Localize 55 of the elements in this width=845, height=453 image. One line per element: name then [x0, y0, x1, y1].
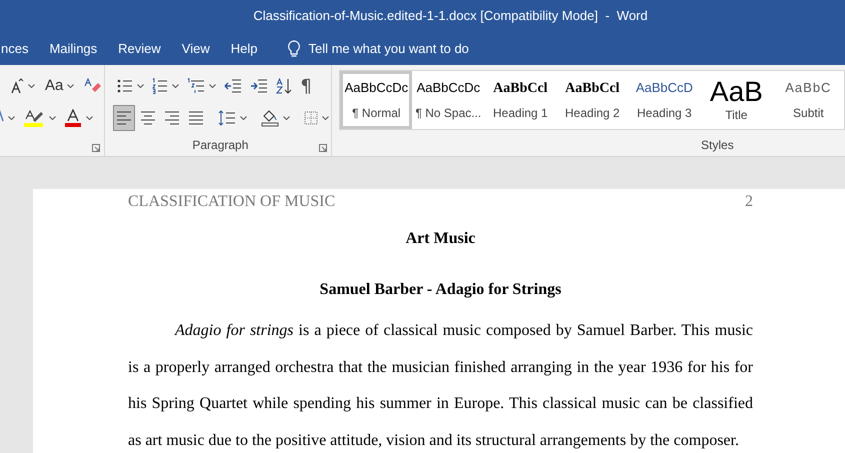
- increase-indent-icon: [250, 79, 268, 93]
- ribbon-tab[interactable]: Help: [230, 38, 258, 58]
- paint-bucket-icon: [261, 109, 280, 127]
- caret-icon: [172, 84, 180, 88]
- show-marks-button[interactable]: ¶: [298, 73, 314, 99]
- caret-icon: [8, 116, 15, 120]
- subheading: Samuel Barber - Adagio for Strings: [320, 280, 562, 300]
- body-paragraph: Adagio for strings is a piece of classical music composed by Samuel Barber. This music is a properly arranged orchestra that the musician finished arranging in the year 1936 for his for his Spring Quartet while spending his summer in Europe. This classical music can be classified as art music due to the positive attitude, vision and its structural arrangements by the composer.: [128, 321, 753, 451]
- caret-icon: [322, 116, 330, 120]
- caret-icon: [137, 84, 144, 88]
- sort-icon: [276, 78, 292, 94]
- ribbon-tab[interactable]: Mailings: [49, 38, 98, 58]
- page-number: 2: [745, 192, 753, 212]
- font-grow-icon: [10, 78, 24, 94]
- caret-icon: [209, 84, 216, 88]
- group-label: Styles: [701, 137, 734, 154]
- caret-icon: [283, 116, 290, 120]
- highlighter-icon: [23, 109, 45, 127]
- borders-icon: [304, 111, 318, 125]
- lightbulb-icon: [287, 40, 302, 58]
- ribbon-tab[interactable]: nces: [1, 38, 28, 58]
- style-option[interactable]: AaBbCcl Heading 2: [556, 71, 628, 129]
- ribbon-tab[interactable]: Review: [118, 38, 161, 58]
- justify-icon: [188, 111, 204, 125]
- window-title: Classification-of-Music.edited-1-1.docx [Compatibility Mode] - Word: [253, 7, 648, 26]
- align-right-icon: [164, 111, 180, 125]
- align-left-button[interactable]: [113, 105, 136, 131]
- style-option[interactable]: AaBbCcDc ¶ No Spac...: [412, 71, 484, 129]
- group-label: Paragraph: [192, 137, 248, 154]
- change-case-button[interactable]: Aa: [43, 73, 76, 99]
- caret-icon: [67, 84, 74, 88]
- page-header: CLASSIFICATION OF MUSIC: [128, 192, 336, 212]
- font-color-icon: [64, 109, 82, 127]
- style-option[interactable]: AaBbCcl Heading 1: [484, 71, 556, 129]
- caret-icon: [49, 116, 56, 120]
- align-center-icon: [140, 111, 156, 125]
- dialog-launcher-icon[interactable]: [319, 144, 328, 152]
- style-option[interactable]: AaB Title: [700, 71, 772, 129]
- eraser-icon: [84, 78, 102, 94]
- style-option[interactable]: AaBbC Subtit: [772, 71, 844, 129]
- style-option[interactable]: AaBbCcDc ¶ Normal: [340, 71, 412, 129]
- align-left-icon: [116, 111, 132, 125]
- heading: Art Music: [406, 229, 476, 249]
- dialog-launcher-icon[interactable]: [92, 144, 100, 152]
- caret-icon: [240, 116, 248, 120]
- style-option[interactable]: AaBbCcD Heading 3: [628, 71, 700, 129]
- ribbon-tab[interactable]: View: [182, 38, 210, 58]
- bullet-list-icon: [117, 78, 134, 94]
- line-spacing-icon: [218, 110, 236, 126]
- tell-me-search[interactable]: Tell me what you want to do: [308, 38, 469, 58]
- caret-icon: [86, 116, 93, 120]
- decrease-indent-icon: [224, 79, 242, 93]
- numbered-list-icon: [152, 78, 168, 94]
- multilevel-list-icon: [187, 78, 206, 94]
- caret-icon: [28, 84, 35, 88]
